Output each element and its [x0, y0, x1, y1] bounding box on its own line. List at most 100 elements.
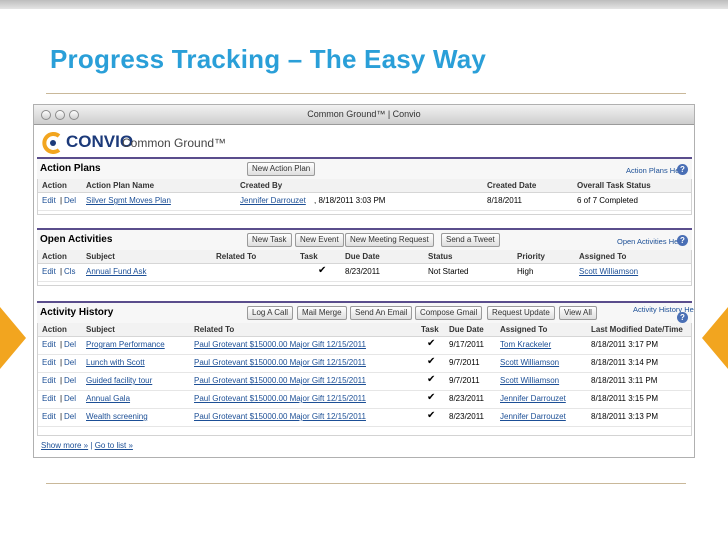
table-row: Edit | Del Lunch with Scott Paul Groteva… [38, 355, 691, 373]
edit-link[interactable]: Edit [42, 340, 56, 349]
log-a-call-button[interactable]: Log A Call [247, 306, 294, 320]
action-plans-help-icon[interactable]: ? [677, 164, 688, 175]
subject-link[interactable]: Annual Fund Ask [86, 267, 146, 276]
del-link[interactable]: Del [64, 412, 76, 421]
view-all-button[interactable]: View All [559, 306, 597, 320]
assigned-to-link[interactable]: Scott Williamson [500, 358, 559, 367]
col-priority: Priority [517, 252, 546, 261]
del-link[interactable]: Del [64, 340, 76, 349]
col-subject: Subject [86, 252, 115, 261]
col-due-date: Due Date [449, 325, 484, 334]
edit-link[interactable]: Edit [42, 376, 56, 385]
compose-gmail-button[interactable]: Compose Gmail [415, 306, 483, 320]
due-date: 9/7/2011 [449, 376, 480, 385]
last-modified: 8/18/2011 3:17 PM [591, 340, 659, 349]
bottom-divider [46, 483, 686, 484]
action-plans-section: Action Plans New Action Plan Action Plan… [37, 157, 692, 215]
col-due-date: Due Date [345, 252, 380, 261]
send-a-tweet-button[interactable]: Send a Tweet [441, 233, 500, 247]
table-row: Edit | Cls Annual Fund Ask ✔ 8/23/2011 N… [38, 264, 691, 282]
activity-history-help-icon[interactable]: ? [677, 312, 688, 323]
table-row: Edit | Del Program Performance Paul Grot… [38, 337, 691, 355]
browser-window: Common Ground™ | Convio CONVIO Common Gr… [33, 104, 695, 458]
last-modified: 8/18/2011 3:11 PM [591, 376, 658, 385]
related-to-link[interactable]: Paul Grotevant $15000.00 Major Gift 12/1… [194, 412, 366, 421]
task-check-icon: ✔ [427, 410, 436, 421]
open-activities-help-icon[interactable]: ? [677, 235, 688, 246]
related-to-link[interactable]: Paul Grotevant $15000.00 Major Gift 12/1… [194, 358, 366, 367]
subject-link[interactable]: Wealth screening [86, 412, 148, 421]
open-activities-header: Open Activities New Task New Event New M… [37, 228, 692, 250]
close-link[interactable]: Cls [64, 267, 76, 276]
edit-link[interactable]: Edit [42, 196, 56, 205]
col-action-plan-name: Action Plan Name [86, 181, 155, 190]
table-row: Edit | Del Silver Sgmt Moves Plan Jennif… [38, 193, 691, 211]
del-link[interactable]: Del [64, 358, 76, 367]
col-assigned-to: Assigned To [579, 252, 627, 261]
subject-link[interactable]: Guided facility tour [86, 376, 152, 385]
due-date: 8/23/2011 [345, 267, 380, 276]
col-created-by: Created By [240, 181, 283, 190]
col-last-modified: Last Modified Date/Time [591, 325, 683, 334]
table-header: Action Action Plan Name Created By Creat… [38, 179, 691, 193]
assigned-to-link[interactable]: Tom Krackeler [500, 340, 551, 349]
new-meeting-request-button[interactable]: New Meeting Request [345, 233, 434, 247]
col-task: Task [421, 325, 439, 334]
assigned-to-link[interactable]: Jennifer Darrouzet [500, 412, 566, 421]
new-task-button[interactable]: New Task [247, 233, 292, 247]
new-event-button[interactable]: New Event [295, 233, 344, 247]
subject-link[interactable]: Program Performance [86, 340, 165, 349]
open-activities-section: Open Activities New Task New Event New M… [37, 228, 692, 286]
col-task: Task [300, 252, 318, 261]
last-modified: 8/18/2011 3:14 PM [591, 358, 659, 367]
subject-link[interactable]: Annual Gala [86, 394, 130, 403]
priority: High [517, 267, 534, 276]
col-action: Action [42, 325, 67, 334]
top-divider [46, 93, 686, 94]
request-update-button[interactable]: Request Update [487, 306, 555, 320]
del-link[interactable]: Del [64, 376, 76, 385]
task-check-icon: ✔ [318, 265, 327, 276]
edit-link[interactable]: Edit [42, 358, 56, 367]
go-to-list-link[interactable]: Go to list » [95, 441, 133, 450]
due-date: 8/23/2011 [449, 412, 484, 421]
mail-merge-button[interactable]: Mail Merge [297, 306, 347, 320]
col-related-to: Related To [216, 252, 257, 261]
created-by-time: , 8/18/2011 3:03 PM [314, 196, 386, 205]
action-plans-table: Action Action Plan Name Created By Creat… [37, 179, 692, 215]
related-to-link[interactable]: Paul Grotevant $15000.00 Major Gift 12/1… [194, 376, 366, 385]
assigned-to-link[interactable]: Scott Williamson [579, 267, 638, 276]
task-check-icon: ✔ [427, 356, 436, 367]
assigned-to-link[interactable]: Scott Williamson [500, 376, 559, 385]
created-by-link[interactable]: Jennifer Darrouzet [240, 196, 306, 205]
top-band [0, 0, 728, 9]
logo-row: CONVIO Common Ground™ [34, 125, 694, 157]
new-action-plan-button[interactable]: New Action Plan [247, 162, 316, 176]
open-activities-help-link[interactable]: Open Activities Help [617, 237, 684, 246]
last-modified: 8/18/2011 3:15 PM [591, 394, 659, 403]
related-to-link[interactable]: Paul Grotevant $15000.00 Major Gift 12/1… [194, 394, 366, 403]
convio-logo-icon [42, 132, 61, 154]
col-action: Action [42, 181, 67, 190]
status: Not Started [428, 267, 469, 276]
send-an-email-button[interactable]: Send An Email [350, 306, 413, 320]
show-more-link[interactable]: Show more » [41, 441, 88, 450]
del-link[interactable]: Del [64, 196, 76, 205]
left-arrow-icon [0, 307, 26, 369]
edit-link[interactable]: Edit [42, 394, 56, 403]
del-link[interactable]: Del [64, 394, 76, 403]
col-created-date: Created Date [487, 181, 537, 190]
action-plan-name-link[interactable]: Silver Sgmt Moves Plan [86, 196, 171, 205]
edit-link[interactable]: Edit [42, 267, 56, 276]
assigned-to-link[interactable]: Jennifer Darrouzet [500, 394, 566, 403]
subject-link[interactable]: Lunch with Scott [86, 358, 145, 367]
open-activities-title: Open Activities [40, 234, 113, 245]
action-plans-title: Action Plans [40, 163, 101, 174]
related-to-link[interactable]: Paul Grotevant $15000.00 Major Gift 12/1… [194, 340, 366, 349]
edit-link[interactable]: Edit [42, 412, 56, 421]
table-header: Action Subject Related To Task Due Date … [38, 323, 691, 337]
col-overall-task-status: Overall Task Status [577, 181, 651, 190]
col-related-to: Related To [194, 325, 235, 334]
table-header: Action Subject Related To Task Due Date … [38, 250, 691, 264]
activity-history-section: Activity History Log A Call Mail Merge S… [37, 301, 694, 436]
